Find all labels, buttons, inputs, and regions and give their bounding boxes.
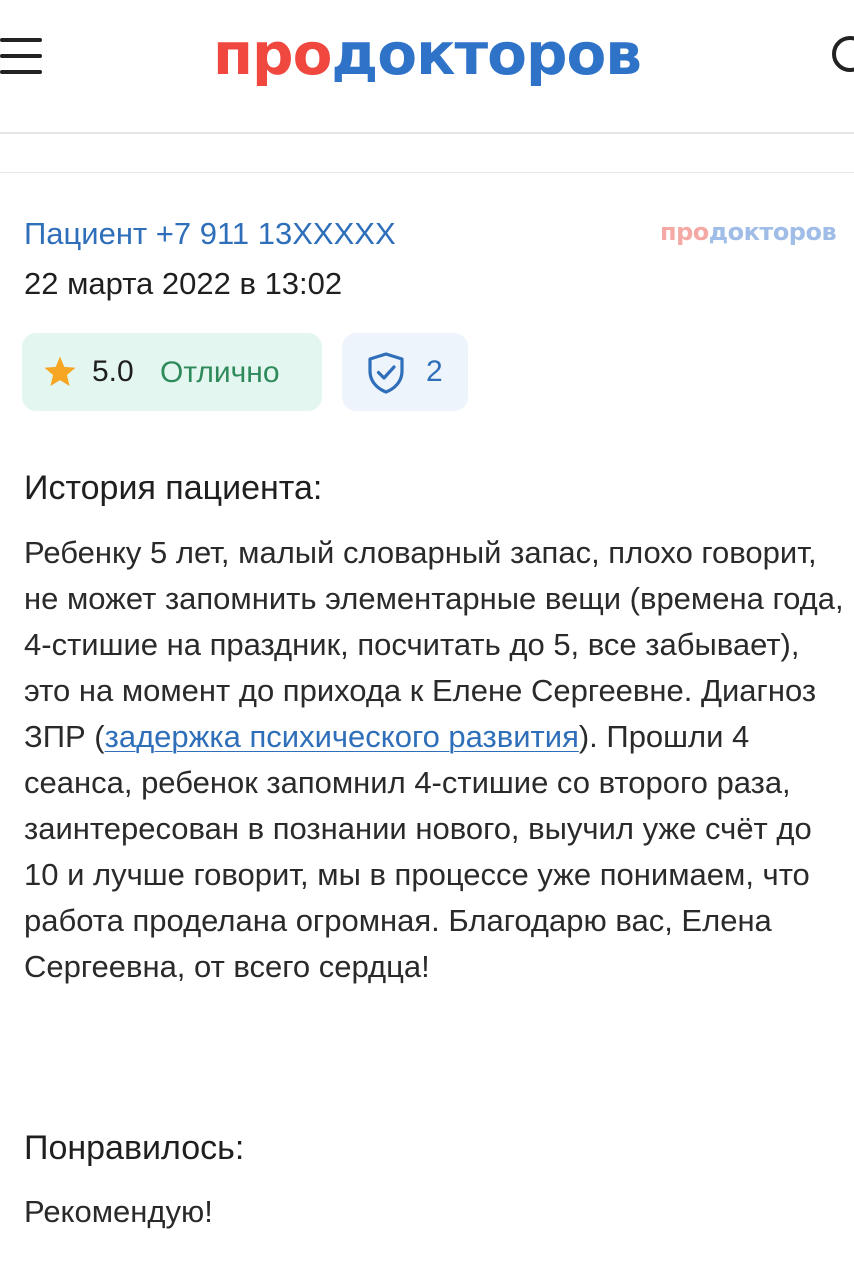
- rating-badge[interactable]: 5.0 Отлично: [22, 333, 322, 411]
- review-date: 22 марта 2022 в 13:02: [24, 266, 343, 301]
- review-page: продокторов Пациент +7 911 13XXXXX 22 ма…: [0, 0, 854, 1280]
- top-bar: продокторов: [0, 0, 854, 134]
- verification-count: 2: [426, 355, 443, 388]
- logo-part-pro: про: [212, 20, 332, 88]
- watermark-part-doktorov: докторов: [708, 218, 837, 246]
- diagnosis-link[interactable]: задержка психического развития: [105, 719, 579, 754]
- story-text: Ребенку 5 лет, малый словарный запас, пл…: [24, 530, 844, 990]
- liked-heading: Понравилось:: [24, 1129, 245, 1167]
- verification-badge[interactable]: 2: [342, 333, 468, 411]
- story-heading: История пациента:: [24, 469, 323, 507]
- story-text-end: ). Прошли 4 сеанса, ребенок запомнил 4-с…: [24, 719, 812, 984]
- divider: [0, 172, 854, 173]
- star-icon: [44, 356, 76, 387]
- review-author: Пациент +7 911 13XXXXX: [24, 216, 396, 251]
- rating-value: 5.0: [92, 355, 134, 388]
- logo-part-doktorov: докторов: [331, 20, 642, 88]
- shield-check-icon: [368, 352, 404, 394]
- site-logo[interactable]: продокторов: [0, 18, 854, 90]
- watermark-logo: продокторов: [660, 216, 837, 248]
- rating-label: Отлично: [160, 356, 280, 389]
- liked-text: Рекомендую!: [24, 1194, 213, 1229]
- watermark-part-pro: про: [660, 218, 709, 246]
